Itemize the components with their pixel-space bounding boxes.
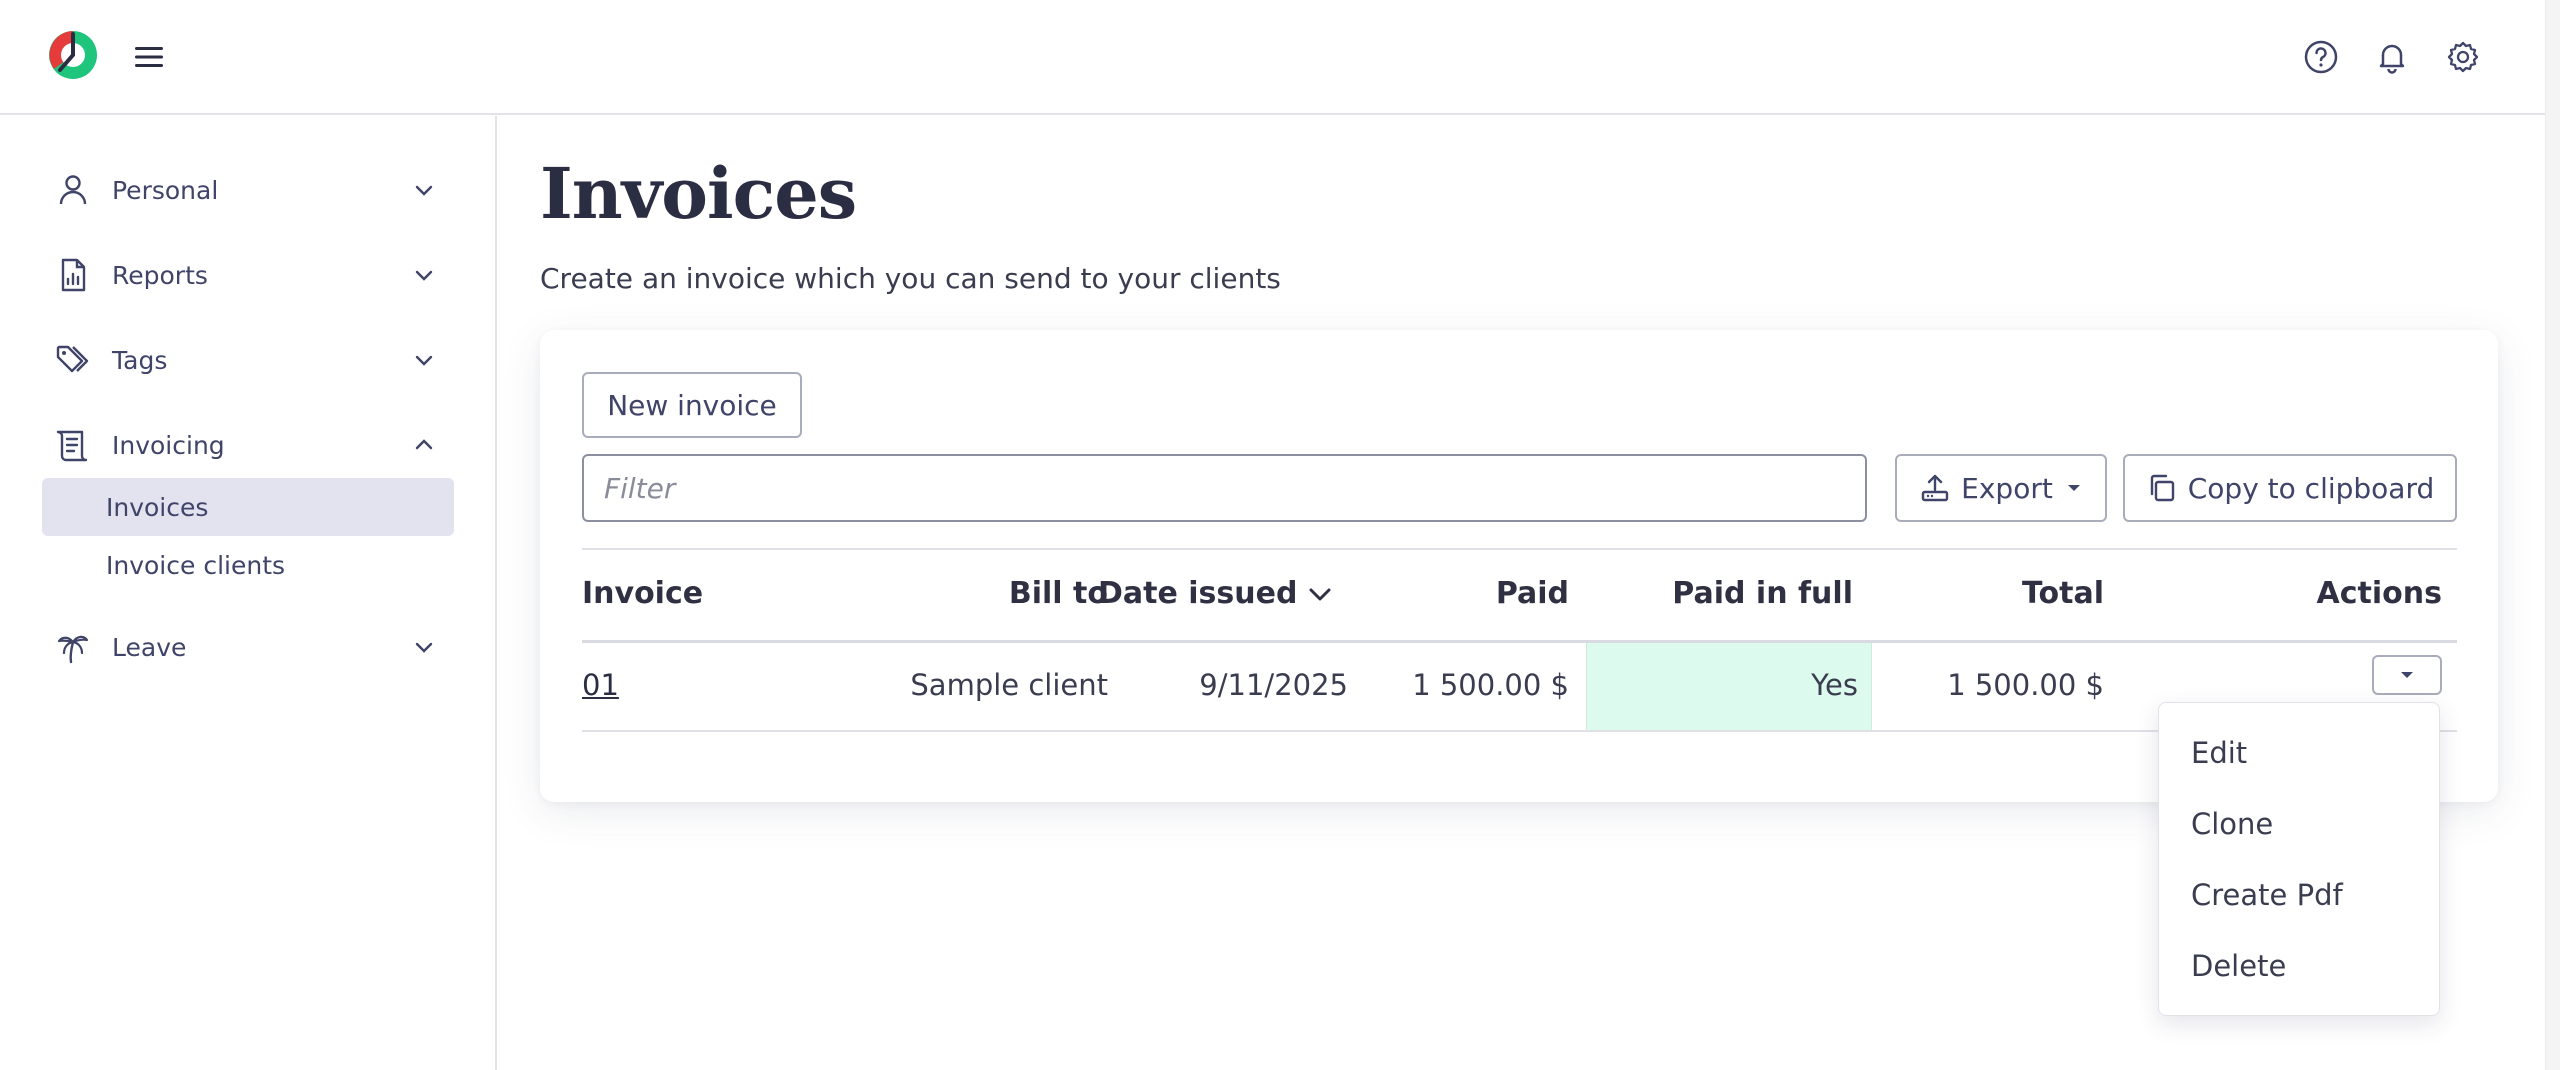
table-cell-paid-in-full: Yes	[1811, 668, 1858, 702]
menu-item-delete[interactable]: Delete	[2159, 936, 2439, 996]
invoice-number-link[interactable]: 01	[582, 668, 619, 702]
copy-to-clipboard-button[interactable]: Copy to clipboard	[2123, 454, 2457, 522]
column-header-total[interactable]: Total	[2022, 576, 2104, 611]
export-label: Export	[1961, 471, 2053, 505]
divider	[582, 548, 2457, 550]
chevron-down-icon	[415, 185, 433, 196]
column-header-date-issued[interactable]: Date issued	[1098, 576, 1335, 611]
tags-icon	[56, 345, 89, 373]
menu-toggle-icon[interactable]	[132, 40, 166, 74]
new-invoice-button[interactable]: New invoice	[582, 372, 802, 438]
sidebar-subitem-invoices[interactable]: Invoices	[42, 478, 454, 536]
sidebar-item-label: Tags	[112, 345, 168, 375]
sidebar-subitem-invoice-clients[interactable]: Invoice clients	[42, 536, 454, 594]
copy-label: Copy to clipboard	[2187, 471, 2435, 505]
column-header-label: Date issued	[1098, 576, 1298, 611]
sidebar-item-leave[interactable]: Leave	[42, 618, 454, 676]
chevron-down-icon	[415, 355, 433, 366]
chevron-down-icon	[415, 270, 433, 281]
settings-gear-icon[interactable]	[2444, 38, 2482, 76]
export-upload-icon	[1921, 474, 1949, 502]
table-cell-paid: 1 500.00 $	[1412, 668, 1569, 702]
row-actions-toggle-button[interactable]	[2372, 655, 2442, 695]
menu-item-create-pdf[interactable]: Create Pdf	[2159, 865, 2439, 925]
notifications-bell-icon[interactable]	[2373, 38, 2411, 76]
table-header-divider	[582, 640, 2457, 643]
page-scrollbar[interactable]	[2545, 0, 2560, 1070]
export-button[interactable]: Export	[1895, 454, 2107, 522]
invoicing-icon	[56, 430, 88, 462]
sidebar-item-tags[interactable]: Tags	[42, 331, 454, 389]
table-cell-bill-to: Sample client	[910, 668, 1108, 702]
row-actions-menu: Edit Clone Create Pdf Delete	[2158, 702, 2440, 1016]
sidebar: Personal Reports Tags Invoicing Invoices…	[0, 116, 497, 1070]
sidebar-item-label: Invoicing	[112, 430, 225, 460]
column-header-paid-in-full[interactable]: Paid in full	[1672, 576, 1853, 611]
column-header-actions: Actions	[2316, 576, 2442, 611]
sidebar-item-label: Reports	[112, 260, 208, 290]
filter-input[interactable]	[582, 454, 1867, 522]
user-icon	[59, 175, 87, 205]
sidebar-item-personal[interactable]: Personal	[42, 161, 454, 219]
table-cell-date-issued: 9/11/2025	[1199, 668, 1348, 702]
caret-down-icon	[2401, 672, 2413, 678]
sort-chevron-down-icon	[1309, 588, 1331, 600]
sidebar-item-invoicing[interactable]: Invoicing	[42, 416, 454, 474]
sidebar-item-label: Leave	[112, 632, 187, 662]
report-icon	[61, 258, 86, 292]
palm-tree-icon	[57, 635, 89, 664]
table-cell-total: 1 500.00 $	[1947, 668, 2104, 702]
top-bar	[0, 0, 2545, 115]
menu-item-clone[interactable]: Clone	[2159, 794, 2439, 854]
chevron-up-icon	[415, 439, 433, 450]
caret-down-icon	[2067, 485, 2080, 491]
page-title: Invoices	[540, 152, 857, 235]
column-header-paid[interactable]: Paid	[1496, 576, 1569, 611]
sidebar-item-reports[interactable]: Reports	[42, 246, 454, 304]
column-header-bill-to[interactable]: Bill to	[1009, 576, 1108, 611]
sidebar-item-label: Personal	[112, 175, 219, 205]
copy-icon	[2150, 474, 2174, 502]
page-subtitle: Create an invoice which you can send to …	[540, 262, 1281, 295]
menu-item-edit[interactable]: Edit	[2159, 723, 2439, 783]
app-logo-icon[interactable]	[46, 28, 100, 82]
help-icon[interactable]	[2302, 38, 2340, 76]
chevron-down-icon	[415, 642, 433, 653]
column-header-invoice[interactable]: Invoice	[582, 576, 703, 611]
